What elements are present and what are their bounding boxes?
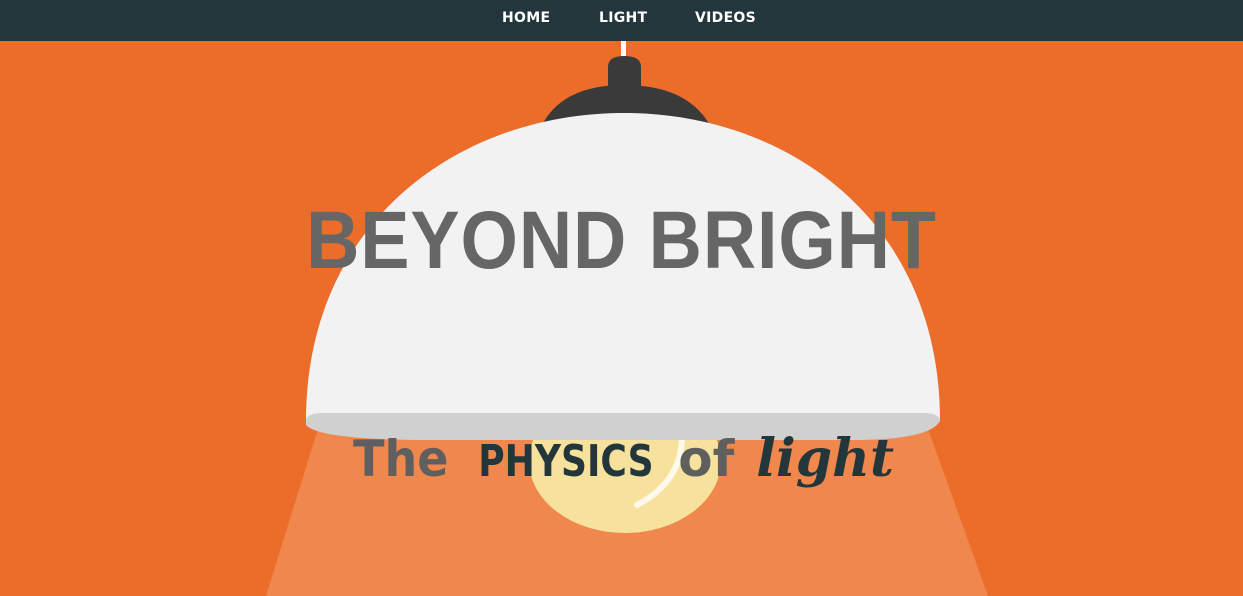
top-navigation: HOME LIGHT VIDEOS <box>0 0 1243 41</box>
nav-link-home[interactable]: HOME <box>502 10 550 26</box>
subtitle-physics: PHYSICS <box>477 436 654 487</box>
lamp-illustration <box>266 41 988 596</box>
subtitle-the: The <box>353 430 449 488</box>
subtitle-of: of <box>678 430 735 488</box>
nav-link-videos[interactable]: VIDEOS <box>695 10 756 26</box>
hero-banner: BEYOND BRIGHT The PHYSICS of light <box>0 41 1243 596</box>
hero-subtitle: The PHYSICS of light <box>0 429 1243 492</box>
subtitle-light: light <box>756 428 894 489</box>
lamp-top-knob <box>608 56 641 87</box>
hero-headline: BEYOND BRIGHT <box>306 195 937 286</box>
nav-link-light[interactable]: LIGHT <box>599 10 647 26</box>
